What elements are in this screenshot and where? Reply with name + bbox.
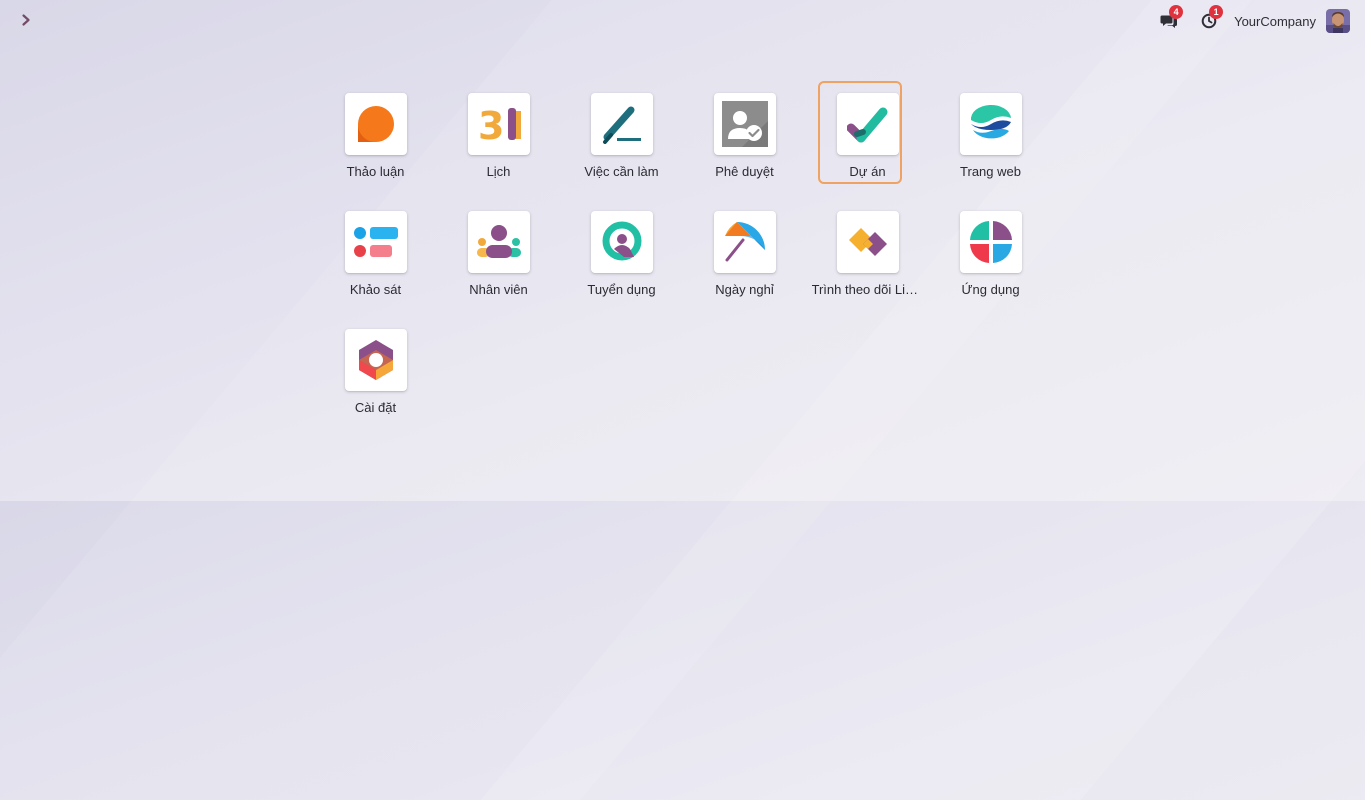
apps-icon — [969, 221, 1012, 263]
project-icon — [846, 107, 887, 143]
app-label: Nhân viên — [469, 282, 528, 297]
app-tile — [344, 93, 407, 155]
app-label: Trang web — [960, 164, 1021, 179]
company-switcher[interactable]: YourCompany — [1234, 14, 1316, 29]
app-tile — [344, 211, 407, 273]
calendar-icon: 31 — [478, 104, 521, 144]
app-website[interactable]: Trang web — [929, 80, 1052, 198]
chevron-right-icon — [22, 14, 30, 26]
employees-icon — [476, 225, 521, 258]
settings-icon — [358, 340, 393, 380]
app-label: Trình theo dõi Liê… — [811, 282, 924, 297]
time-off-icon — [724, 222, 765, 262]
app-tile — [959, 93, 1022, 155]
app-tile — [713, 93, 776, 155]
activities-badge: 1 — [1209, 5, 1224, 19]
systray: 4 1 YourCompany — [1158, 5, 1350, 34]
app-tile — [713, 211, 776, 273]
app-settings[interactable]: Cài đặt — [314, 316, 437, 434]
surveys-icon — [353, 227, 398, 257]
website-icon — [970, 104, 1011, 139]
app-surveys[interactable]: Khảo sát — [314, 198, 437, 316]
app-tile — [467, 211, 530, 273]
user-avatar[interactable] — [1326, 9, 1350, 33]
app-tile: 31 — [467, 93, 530, 155]
top-bar: 4 1 YourCompany — [0, 0, 1365, 40]
app-tile — [590, 93, 653, 155]
recruitment-icon — [602, 221, 641, 261]
app-project[interactable]: Dự án — [806, 80, 929, 198]
app-discuss[interactable]: Thảo luận — [314, 80, 437, 198]
app-tile — [344, 329, 407, 391]
app-label: Phê duyệt — [715, 164, 774, 179]
messages-button[interactable]: 4 — [1158, 5, 1184, 32]
app-todo[interactable]: Việc cần làm — [560, 80, 683, 198]
app-tile — [959, 211, 1022, 273]
app-link-tracker[interactable]: Trình theo dõi Liê… — [806, 198, 929, 316]
app-grid: Thảo luận 31 Lịch Việc cần làm — [314, 80, 1052, 434]
app-label: Ứng dụng — [961, 282, 1020, 297]
app-tile — [836, 93, 899, 155]
app-approvals[interactable]: Phê duyệt — [683, 80, 806, 198]
todo-icon — [602, 106, 641, 144]
app-label: Thảo luận — [346, 164, 405, 179]
discuss-icon — [357, 106, 394, 142]
user-avatar-image — [1326, 9, 1350, 33]
sidebar-toggle-button[interactable] — [18, 11, 36, 29]
messages-badge: 4 — [1169, 5, 1184, 19]
link-tracker-icon — [848, 228, 887, 256]
approvals-icon — [721, 101, 768, 147]
app-label: Ngày nghỉ — [715, 282, 774, 297]
app-tile — [590, 211, 653, 273]
app-label: Lịch — [486, 164, 511, 179]
app-label: Cài đặt — [354, 400, 397, 415]
app-label: Việc cần làm — [584, 164, 659, 179]
activities-button[interactable]: 1 — [1198, 5, 1224, 32]
app-apps[interactable]: Ứng dụng — [929, 198, 1052, 316]
app-tile — [836, 211, 899, 273]
app-label: Dự án — [849, 164, 886, 179]
app-recruitment[interactable]: Tuyển dụng — [560, 198, 683, 316]
app-time-off[interactable]: Ngày nghỉ — [683, 198, 806, 316]
app-calendar[interactable]: 31 Lịch — [437, 80, 560, 198]
app-label: Khảo sát — [349, 282, 402, 297]
app-label: Tuyển dụng — [587, 282, 656, 297]
app-employees[interactable]: Nhân viên — [437, 198, 560, 316]
